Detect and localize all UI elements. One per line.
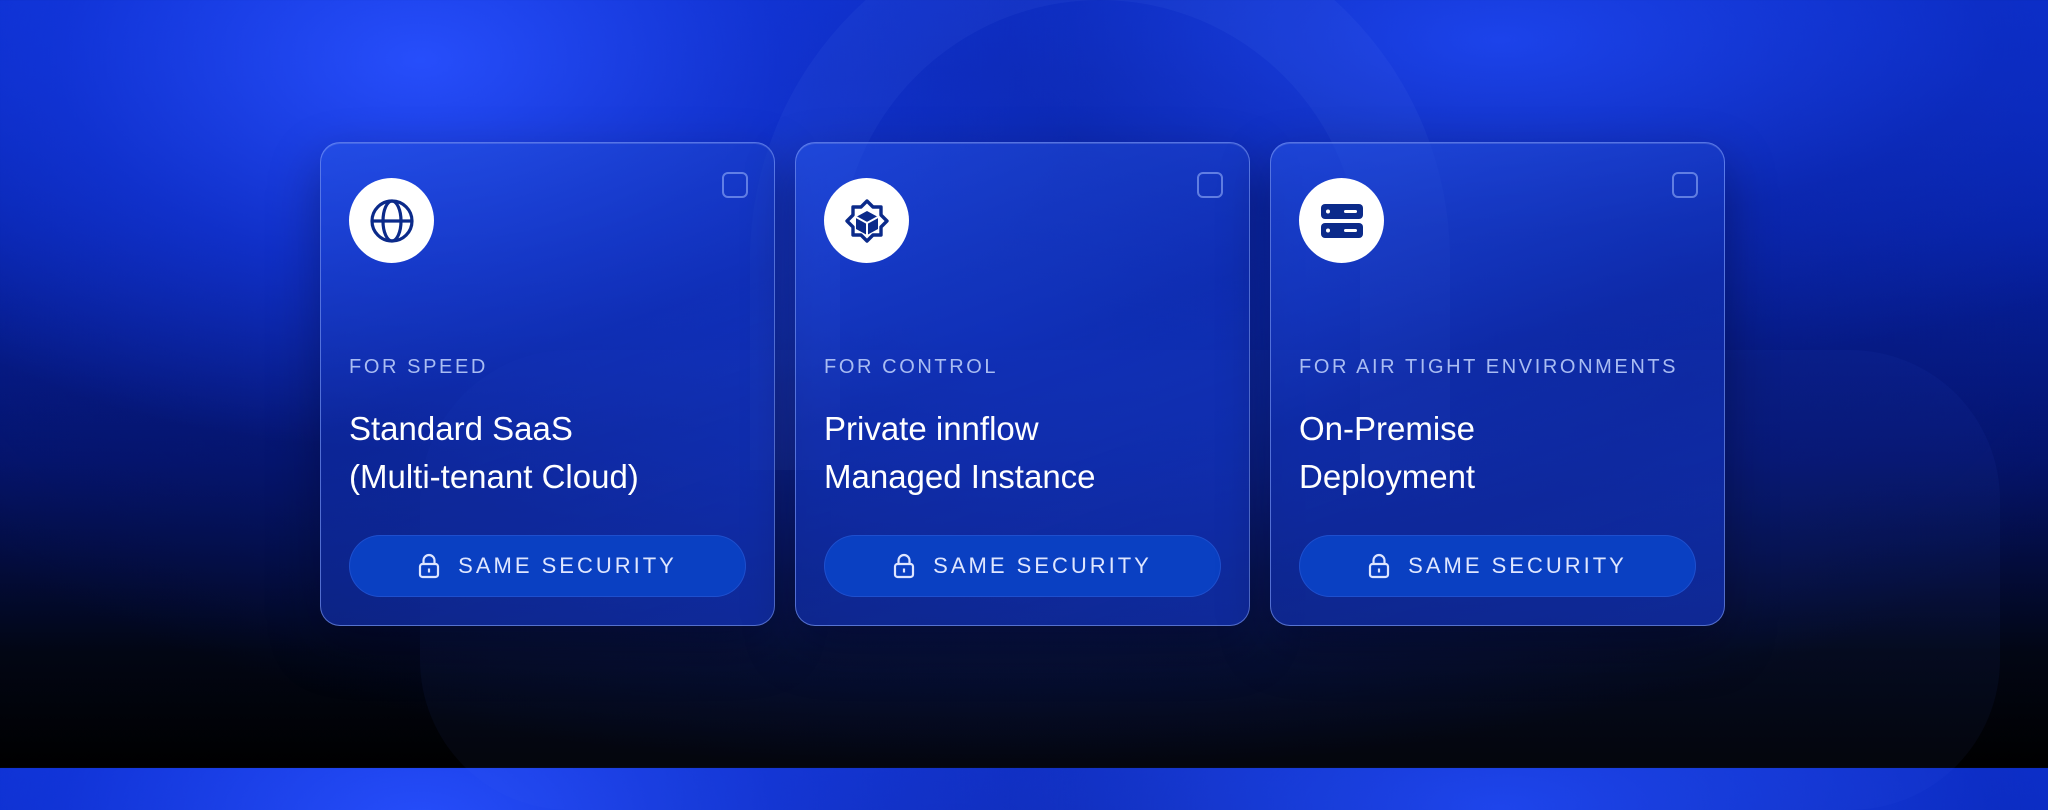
- deployment-options: FOR SPEED Standard SaaS (Multi-tenant Cl…: [320, 142, 1725, 626]
- card-title: On-Premise Deployment: [1299, 405, 1699, 501]
- server-icon: [1299, 178, 1384, 263]
- same-security-badge[interactable]: SAME SECURITY: [349, 535, 746, 597]
- lock-icon: [893, 553, 915, 579]
- cube-gear-icon: [824, 178, 909, 263]
- badge-label: SAME SECURITY: [933, 553, 1152, 578]
- badge-label: SAME SECURITY: [458, 553, 677, 578]
- card-title-line-1: Private innflow: [824, 410, 1039, 447]
- badge-label: SAME SECURITY: [1408, 553, 1627, 578]
- card-eyebrow: FOR CONTROL: [824, 356, 999, 378]
- deployment-card-saas[interactable]: FOR SPEED Standard SaaS (Multi-tenant Cl…: [320, 142, 775, 626]
- card-title-line-1: On-Premise: [1299, 410, 1476, 447]
- deployment-card-on-premise[interactable]: FOR AIR TIGHT ENVIRONMENTS On-Premise De…: [1270, 142, 1725, 626]
- card-title: Standard SaaS (Multi-tenant Cloud): [349, 405, 749, 501]
- same-security-badge[interactable]: SAME SECURITY: [1299, 535, 1696, 597]
- globe-icon: [349, 178, 434, 263]
- card-title-line-2: Managed Instance: [824, 458, 1096, 495]
- deployment-card-private-instance[interactable]: FOR CONTROL Private innflow Managed Inst…: [795, 142, 1250, 626]
- card-title-line-1: Standard SaaS: [349, 410, 573, 447]
- card-title-line-2: (Multi-tenant Cloud): [349, 458, 639, 495]
- card-title-line-2: Deployment: [1299, 458, 1476, 495]
- card-eyebrow: FOR AIR TIGHT ENVIRONMENTS: [1299, 356, 1679, 378]
- lock-icon: [418, 553, 440, 579]
- lock-icon: [1368, 553, 1390, 579]
- card-checkbox[interactable]: [1197, 172, 1223, 198]
- card-checkbox[interactable]: [722, 172, 748, 198]
- card-eyebrow: FOR SPEED: [349, 356, 488, 378]
- same-security-badge[interactable]: SAME SECURITY: [824, 535, 1221, 597]
- card-checkbox[interactable]: [1672, 172, 1698, 198]
- card-title: Private innflow Managed Instance: [824, 405, 1224, 501]
